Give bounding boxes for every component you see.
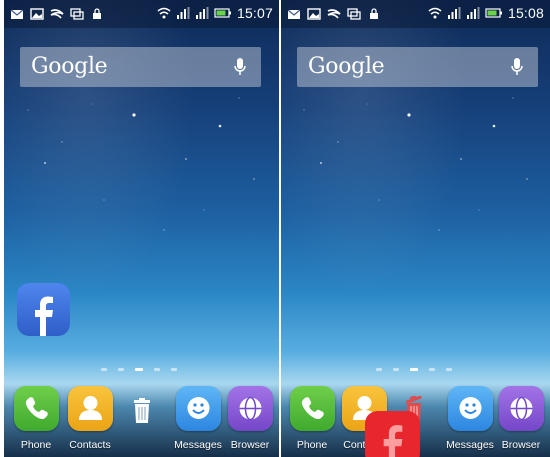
page-dot-active[interactable] <box>135 368 143 371</box>
app-dock: Phone Contacts Messages Browser <box>4 386 279 457</box>
page-dot[interactable] <box>101 368 107 371</box>
signal-icon-1 <box>176 6 190 20</box>
status-bar: 15:07 <box>4 0 279 28</box>
app-phone[interactable]: Phone <box>286 386 338 451</box>
signal-icon-1 <box>447 6 461 20</box>
facebook-icon[interactable] <box>17 283 70 336</box>
app-messages[interactable]: Messages <box>444 386 496 451</box>
wifi-icon <box>428 6 442 20</box>
page-dot[interactable] <box>429 368 435 371</box>
app-label: Browser <box>230 439 270 451</box>
app-label: Browser <box>501 439 541 451</box>
phone-icon[interactable] <box>13 386 59 431</box>
page-dot[interactable] <box>171 368 177 371</box>
screenshot-icon <box>70 7 84 21</box>
page-dot[interactable] <box>118 368 124 371</box>
page-dot[interactable] <box>393 368 399 371</box>
screenshot-icon <box>347 7 361 21</box>
page-dot[interactable] <box>154 368 160 371</box>
gallery-icon <box>30 7 44 21</box>
page-dot[interactable] <box>446 368 452 371</box>
signal-icon-2 <box>195 6 209 20</box>
app-contacts[interactable]: Contacts <box>64 386 116 451</box>
battery-icon <box>214 6 232 20</box>
phone-icon[interactable] <box>289 386 335 431</box>
app-label: Contacts <box>69 439 111 451</box>
app-label: Messages <box>174 439 222 451</box>
clock: 15:08 <box>507 5 544 21</box>
app-label: Phone <box>296 439 328 451</box>
email-icon <box>10 7 24 21</box>
app-label: Phone <box>20 439 52 451</box>
signal-swoosh-icon <box>50 7 64 21</box>
messages-icon[interactable] <box>447 386 493 431</box>
clock: 15:07 <box>236 5 273 21</box>
messages-icon[interactable] <box>175 386 221 431</box>
app-browser[interactable]: Browser <box>495 386 547 451</box>
lock-icon <box>90 7 104 21</box>
home-screen-left: 15:07 Google Phone Contacts Messages Bro… <box>4 0 279 457</box>
app-messages[interactable]: Messages <box>172 386 224 451</box>
app-browser[interactable]: Browser <box>224 386 276 451</box>
status-bar: 15:08 <box>281 0 550 28</box>
email-icon <box>287 7 301 21</box>
google-logo: Google <box>308 54 385 79</box>
app-phone[interactable]: Phone <box>10 386 62 451</box>
facebook-icon-dragging[interactable] <box>365 411 420 457</box>
browser-icon[interactable] <box>498 386 544 431</box>
gallery-icon <box>307 7 321 21</box>
trash-icon[interactable] <box>131 398 153 424</box>
page-dot[interactable] <box>376 368 382 371</box>
contacts-icon[interactable] <box>67 386 113 431</box>
mic-icon[interactable] <box>510 57 524 77</box>
home-screen-right: 15:08 Google Phone Contacts Messages Bro… <box>281 0 550 457</box>
google-search-bar[interactable]: Google <box>20 47 261 87</box>
google-logo: Google <box>31 54 108 79</box>
mic-icon[interactable] <box>233 57 247 77</box>
app-label: Messages <box>446 439 494 451</box>
page-dot-active[interactable] <box>410 368 418 371</box>
signal-icon-2 <box>466 6 480 20</box>
signal-swoosh-icon <box>327 7 341 21</box>
page-indicator[interactable] <box>101 368 177 371</box>
wifi-icon <box>157 6 171 20</box>
lock-icon <box>367 7 381 21</box>
page-indicator[interactable] <box>376 368 452 371</box>
google-search-bar[interactable]: Google <box>297 47 538 87</box>
browser-icon[interactable] <box>227 386 273 431</box>
battery-icon <box>485 6 503 20</box>
